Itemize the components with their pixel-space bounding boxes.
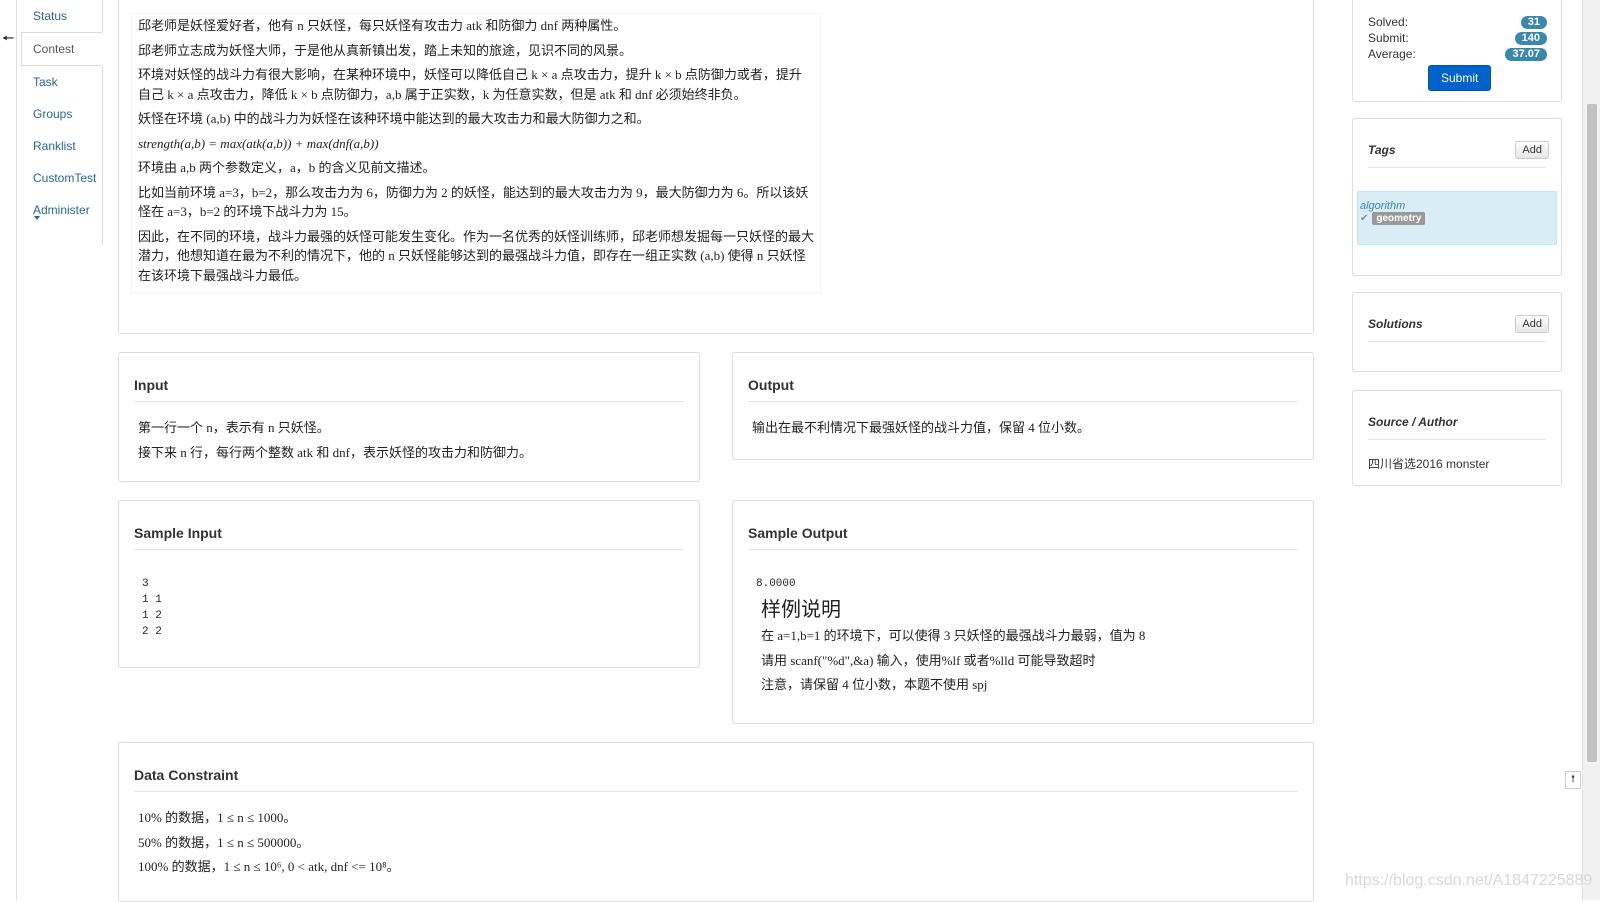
- solved-row: Solved: 31: [1368, 15, 1561, 31]
- nav-item-status[interactable]: Status: [22, 0, 102, 32]
- description-paragraph: 妖怪在环境 (a,b) 中的战斗力为妖怪在该种环境中能达到的最大攻击力和最大防御…: [138, 111, 650, 126]
- source-panel: Source / Author 四川省选2016 monster: [1352, 390, 1562, 486]
- nav-item-task[interactable]: Task: [22, 66, 102, 98]
- output-content: 输出在最不利情况下最强妖怪的战斗力值，保留 4 位小数。: [748, 416, 1298, 445]
- caret-down-icon: [34, 216, 40, 220]
- sample-output-title: Sample Output: [748, 525, 1298, 550]
- nav-item-contest[interactable]: Contest: [21, 32, 103, 66]
- sample-explanation-heading: 样例说明: [761, 597, 841, 621]
- solved-label: Solved:: [1368, 15, 1409, 29]
- description-paragraph: 邱老师是妖怪爱好者，他有 n 只妖怪，每只妖怪有攻击力 atk 和防御力 dnf…: [138, 18, 627, 33]
- tag-geometry[interactable]: geometry: [1372, 212, 1426, 225]
- sample-explanation-line: 在 a=1,b=1 的环境下，可以使得 3 只妖怪的最强战斗力最弱，值为 8: [761, 628, 1146, 643]
- nav-item-ranklist[interactable]: Ranklist: [22, 130, 102, 162]
- nav-item-administer-label: Administer: [33, 203, 90, 217]
- description-paragraph: 比如当前环境 a=3，b=2，那么攻击力为 6，防御力为 2 的妖怪，能达到的最…: [138, 184, 809, 220]
- left-nav: Status Contest Task Groups Ranklist Cust…: [21, 0, 103, 245]
- description-paragraph: 环境对妖怪的战斗力有很大影响，在某种环境中，妖怪可以降低自己 k × a 点攻击…: [138, 67, 802, 102]
- solutions-panel: Solutions Add: [1352, 292, 1562, 372]
- left-collapse-strip: 🠔: [0, 0, 17, 900]
- description-paragraph: 因此，在不同的环境，战斗力最强的妖怪可能发生变化。作为一名优秀的妖怪训练师，邱老…: [138, 228, 815, 283]
- scrollbar-thumb[interactable]: [1587, 104, 1597, 762]
- description-paragraph: 环境由 a,b 两个参数定义，a，b 的含义见前文描述。: [138, 160, 436, 175]
- output-text: 输出在最不利情况下最强妖怪的战斗力值，保留 4 位小数。: [752, 420, 1091, 435]
- data-constraint-title: Data Constraint: [134, 767, 1298, 792]
- sample-explanation: 样例说明 在 a=1,b=1 的环境下，可以使得 3 只妖怪的最强战斗力最弱，值…: [756, 594, 1196, 695]
- page-scrollbar[interactable]: [1582, 0, 1600, 900]
- sample-output-panel: Sample Output 8.0000 样例说明 在 a=1,b=1 的环境下…: [732, 500, 1314, 724]
- source-title: Source / Author: [1368, 415, 1458, 429]
- average-label: Average:: [1368, 47, 1416, 61]
- watermark: https://blog.csdn.net/A1847225889: [1345, 872, 1593, 889]
- nav-item-groups[interactable]: Groups: [22, 98, 102, 130]
- constraint-line: 100% 的数据，1 ≤ n ≤ 10⁶, 0 < atk, dnf <= 10…: [138, 859, 400, 874]
- input-content: 第一行一个 n，表示有 n 只妖怪。 接下来 n 行，每行两个整数 atk 和 …: [134, 416, 684, 469]
- output-panel: Output 输出在最不利情况下最强妖怪的战斗力值，保留 4 位小数。: [732, 352, 1314, 460]
- sample-explanation-line: 请用 scanf("%d",&a) 输入，使用%lf 或者%lld 可能导致超时: [761, 652, 1096, 668]
- source-text: 四川省选2016 monster: [1368, 457, 1490, 471]
- submit-count-badge: 140: [1514, 32, 1547, 45]
- input-line: 接下来 n 行，每行两个整数 atk 和 dnf，表示妖怪的攻击力和防御力。: [138, 444, 532, 460]
- output-title: Output: [748, 377, 1298, 402]
- sample-explanation-line: 注意，请保留 4 位小数，本题不使用 spj: [761, 677, 988, 692]
- average-row: Average: 37.07: [1368, 47, 1561, 63]
- back-arrow-icon[interactable]: 🠔: [2, 28, 14, 52]
- nav-item-administer[interactable]: Administer: [22, 194, 102, 226]
- submit-button[interactable]: Submit: [1428, 65, 1492, 91]
- checkmark-icon: ✔: [1360, 213, 1369, 224]
- input-line: 第一行一个 n，表示有 n 只妖怪。: [138, 420, 330, 435]
- input-panel: Input 第一行一个 n，表示有 n 只妖怪。 接下来 n 行，每行两个整数 …: [118, 352, 700, 482]
- submit-label: Submit:: [1368, 31, 1409, 45]
- tag-category[interactable]: algorithm: [1360, 200, 1556, 212]
- tags-panel: Tags Add algorithm ✔ geometry: [1352, 118, 1562, 276]
- sample-input-title: Sample Input: [134, 525, 684, 550]
- constraint-line: 50% 的数据，1 ≤ n ≤ 500000。: [138, 834, 310, 850]
- add-tag-button[interactable]: Add: [1515, 141, 1549, 159]
- data-constraint-panel: Data Constraint 10% 的数据，1 ≤ n ≤ 1000。 50…: [118, 742, 1314, 902]
- solved-count-badge: 31: [1520, 16, 1547, 29]
- stats-panel: Solved: 31 Submit: 140 Average: 37.07 Su…: [1352, 0, 1562, 102]
- add-solution-button[interactable]: Add: [1515, 315, 1549, 333]
- submit-row: Submit: 140: [1368, 31, 1561, 47]
- sample-output-code: 8.0000: [756, 578, 796, 590]
- tag-list: algorithm ✔ geometry: [1357, 191, 1557, 245]
- data-constraint-content: 10% 的数据，1 ≤ n ≤ 1000。 50% 的数据，1 ≤ n ≤ 50…: [134, 806, 1298, 884]
- description-paragraph: 邱老师立志成为妖怪大师，于是他从真新镇出发，踏上未知的旅途，见识不同的风景。: [138, 42, 633, 58]
- average-badge: 37.07: [1505, 48, 1547, 61]
- input-title: Input: [134, 377, 684, 402]
- constraint-line: 10% 的数据，1 ≤ n ≤ 1000。: [138, 810, 297, 825]
- nav-item-customtest[interactable]: CustomTest: [22, 162, 102, 194]
- scroll-to-top-icon[interactable]: 🠕: [1565, 771, 1581, 789]
- formula: strength(a,b) = max(atk(a,b)) + max(dnf(…: [138, 135, 379, 151]
- description-content: 邱老师是妖怪爱好者，他有 n 只妖怪，每只妖怪有攻击力 atk 和防御力 dnf…: [132, 14, 820, 292]
- sample-input-code: 3 1 1 1 2 2 2: [142, 578, 162, 638]
- sample-input-panel: Sample Input 3 1 1 1 2 2 2: [118, 500, 700, 668]
